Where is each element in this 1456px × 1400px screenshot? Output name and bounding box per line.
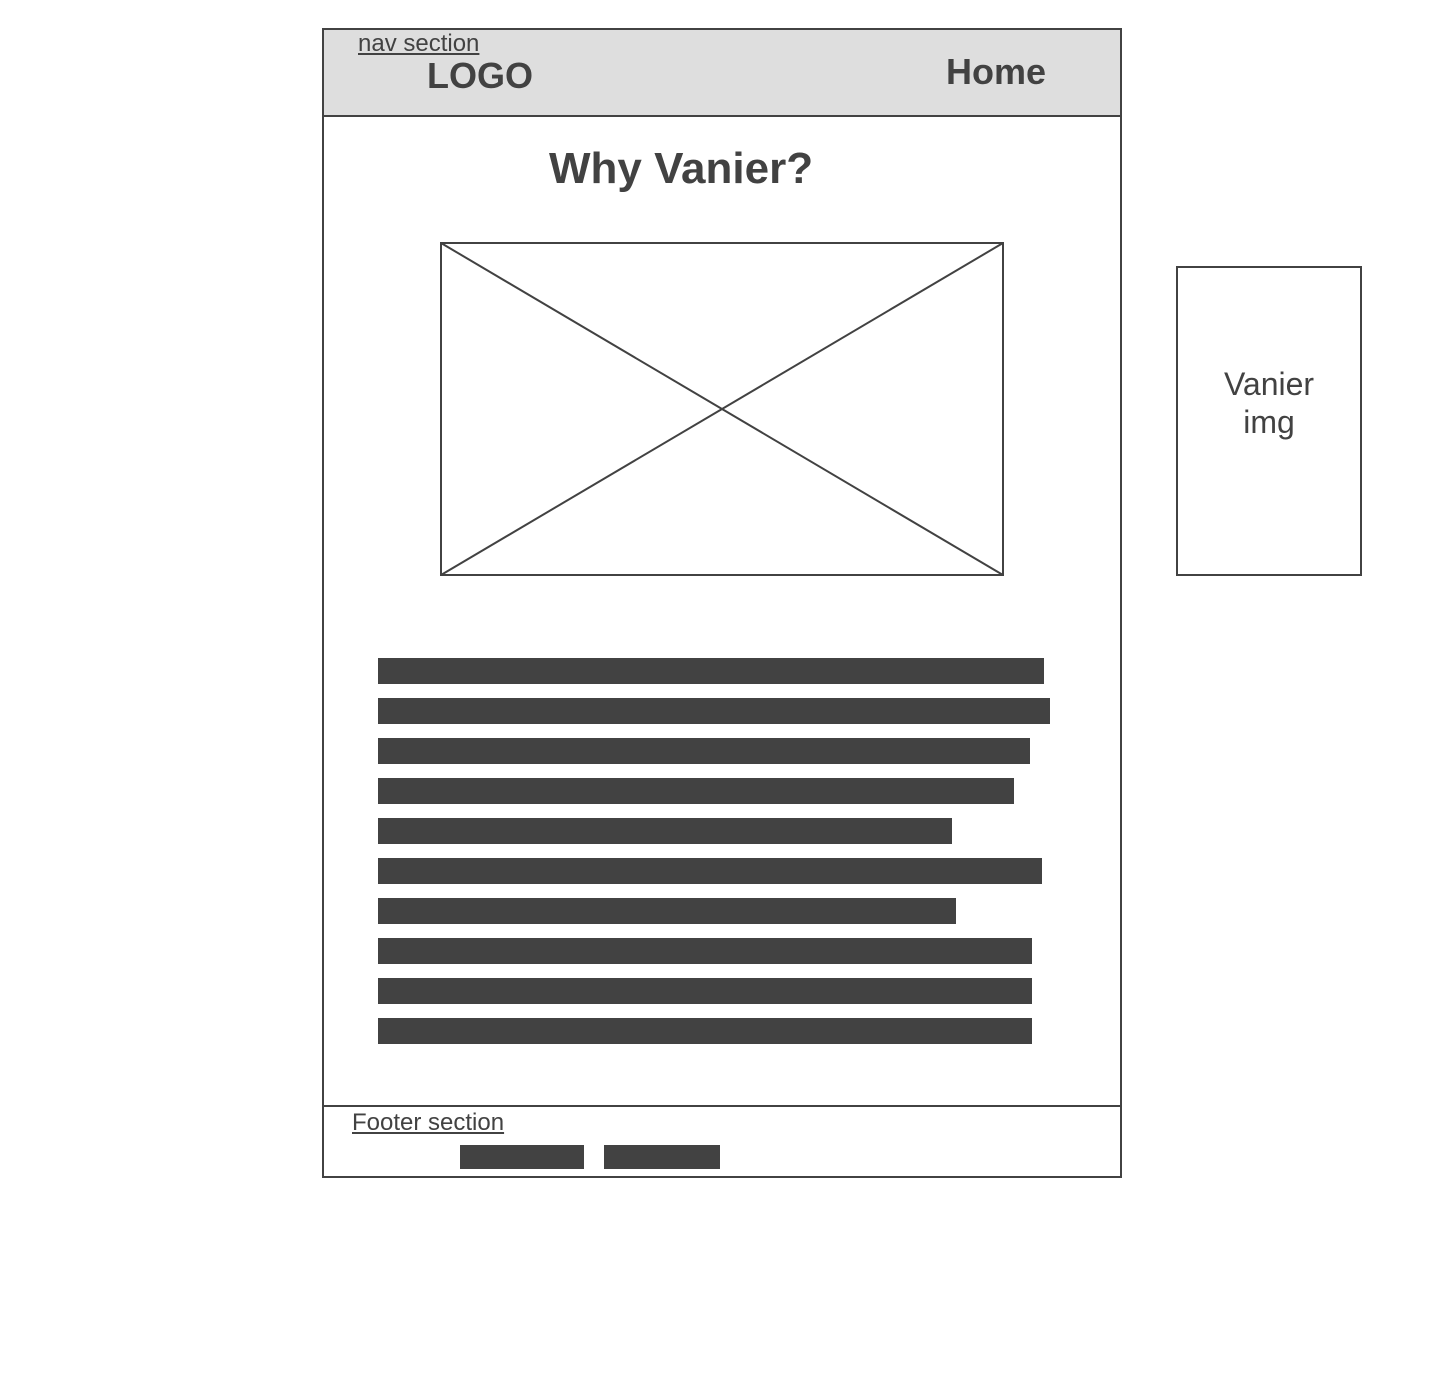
page-frame: nav section LOGO Home Why Vanier? Footer… — [322, 28, 1122, 1178]
text-placeholder-block — [378, 658, 1050, 1058]
text-line-placeholder — [378, 858, 1042, 884]
text-line-placeholder — [378, 778, 1014, 804]
footer-link-placeholder[interactable] — [460, 1145, 584, 1169]
text-line-placeholder — [378, 1018, 1032, 1044]
side-note-box: Vanier img — [1176, 266, 1362, 576]
page-title: Why Vanier? — [549, 144, 814, 193]
text-line-placeholder — [378, 898, 956, 924]
nav-section-caption: nav section — [358, 30, 480, 57]
nav-bar: nav section LOGO Home — [324, 30, 1120, 117]
home-link[interactable]: Home — [946, 52, 1046, 92]
side-note-label: Vanier img — [1223, 366, 1315, 440]
logo[interactable]: LOGO — [427, 56, 533, 96]
text-line-placeholder — [378, 738, 1030, 764]
text-line-placeholder — [378, 978, 1032, 1004]
footer: Footer section — [324, 1105, 1120, 1176]
text-line-placeholder — [378, 938, 1032, 964]
text-line-placeholder — [378, 698, 1050, 724]
footer-link-placeholder[interactable] — [604, 1145, 720, 1169]
image-placeholder — [440, 242, 1004, 576]
text-line-placeholder — [378, 818, 952, 844]
footer-section-caption: Footer section — [352, 1109, 505, 1136]
text-line-placeholder — [378, 658, 1044, 684]
